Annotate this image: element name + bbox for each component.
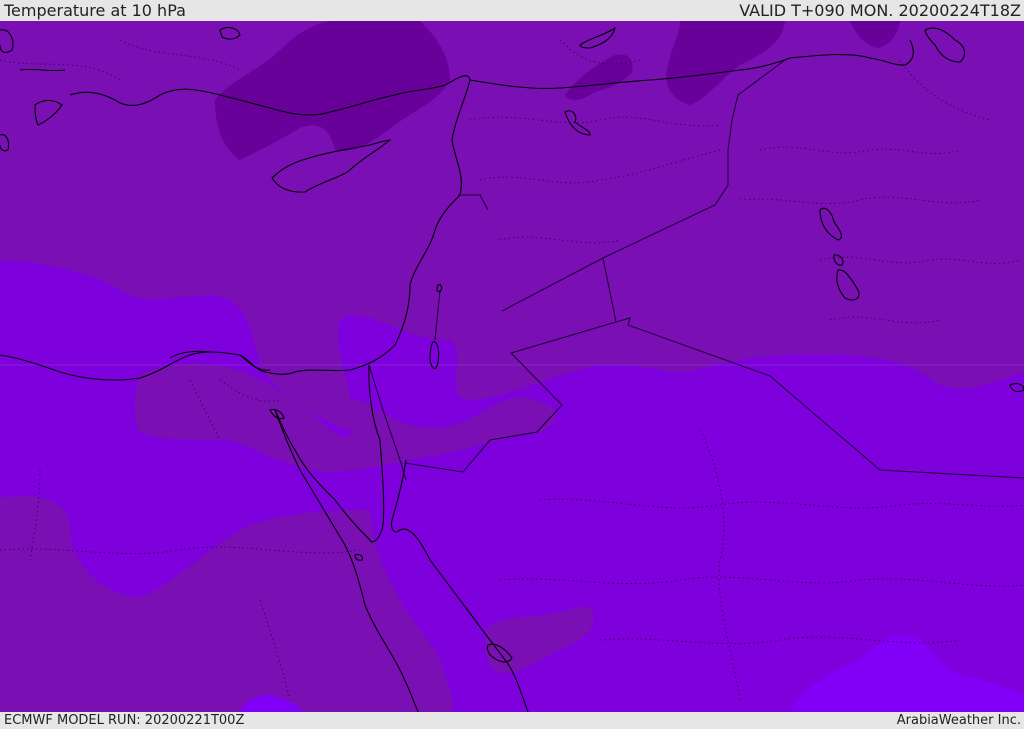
model-run: ECMWF MODEL RUN: 20200221T00Z — [4, 713, 245, 728]
valid-time: VALID T+090 MON. 20200224T18Z — [739, 1, 1021, 20]
weather-map[interactable] — [0, 21, 1024, 712]
map-title: Temperature at 10 hPa — [4, 1, 186, 20]
credit: ArabiaWeather Inc. — [896, 713, 1021, 728]
footer-bar: ECMWF MODEL RUN: 20200221T00Z ArabiaWeat… — [0, 712, 1024, 729]
header-bar: Temperature at 10 hPa VALID T+090 MON. 2… — [0, 0, 1024, 21]
